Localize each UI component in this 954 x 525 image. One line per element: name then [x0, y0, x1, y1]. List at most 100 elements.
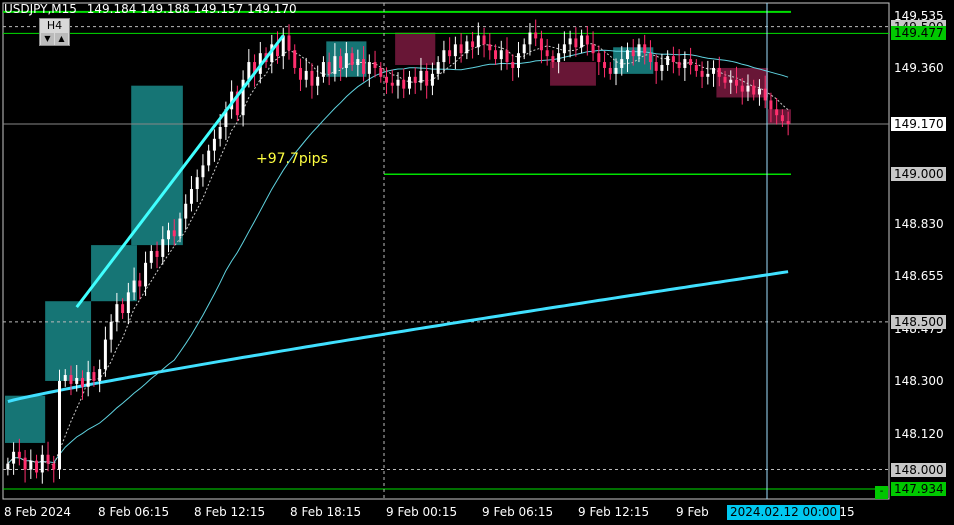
zone-box	[45, 301, 92, 381]
time-axis-label: 8 Feb 06:15	[98, 505, 170, 519]
candle-body	[603, 62, 607, 68]
candle-body	[671, 56, 675, 63]
candle-body	[689, 59, 693, 66]
trend-line[interactable]	[75, 34, 285, 309]
scroll-down-icon[interactable]: ▼	[41, 33, 54, 45]
price-tag: 149.477	[891, 26, 946, 41]
candle-body	[740, 85, 744, 92]
candle-body	[333, 56, 337, 74]
candle-body	[218, 127, 222, 139]
price-axis-label: 148.120	[894, 427, 944, 442]
candle-body	[557, 53, 561, 63]
time-axis-label: 9 Feb 12:15	[578, 505, 650, 519]
candle-body	[46, 454, 50, 464]
candle-body	[121, 304, 125, 314]
ohlc-values: 149.184 149.188 149.157 149.170	[86, 2, 297, 16]
candle-body	[562, 44, 566, 54]
candle-body	[373, 62, 377, 68]
candle-body	[17, 451, 21, 458]
price-axis-label: 149.360	[894, 60, 944, 75]
candle-body	[92, 372, 96, 381]
candle-body	[643, 44, 647, 54]
candle-body	[155, 251, 159, 257]
zone-box	[131, 85, 183, 246]
candle-body	[499, 50, 503, 60]
candle-body	[115, 304, 119, 322]
candle-body	[465, 41, 469, 54]
candle-body	[780, 115, 784, 122]
candle-body	[362, 59, 366, 74]
candle-body	[580, 35, 584, 48]
candle-body	[344, 53, 348, 68]
candle-body	[69, 375, 73, 384]
candle-body	[304, 70, 308, 80]
candle-body	[379, 67, 383, 77]
candle-body	[666, 56, 670, 66]
timeframe-box[interactable]: H4 ▼ ▲	[39, 18, 70, 46]
candle-body	[545, 50, 549, 57]
time-axis-label: 8 Feb 12:15	[194, 505, 266, 519]
candle-body	[201, 165, 205, 178]
scroll-up-icon[interactable]: ▲	[55, 33, 68, 45]
candle-body	[786, 121, 790, 125]
crosshair-time-tag: 2024.02.12 00:00	[727, 505, 841, 520]
candle-body	[132, 280, 136, 293]
price-tag: 148.000	[891, 462, 946, 477]
candle-body	[746, 85, 750, 92]
candle-body	[734, 79, 738, 86]
candle-body	[6, 463, 10, 470]
candle-body	[683, 59, 687, 68]
candle-body	[98, 369, 102, 381]
price-tag: 149.000	[891, 167, 946, 182]
candle-body	[706, 73, 710, 77]
candle-body	[385, 76, 389, 83]
candle-body	[430, 73, 434, 86]
minimize-button[interactable]: -	[875, 486, 888, 499]
candle-body	[167, 230, 171, 240]
candle-body	[574, 38, 578, 48]
zone-box	[550, 62, 596, 86]
candle-body	[775, 109, 779, 116]
candle-body	[327, 62, 331, 74]
candle-body	[339, 56, 343, 68]
candle-body	[648, 53, 652, 63]
candle-body	[144, 262, 148, 287]
candle-body	[86, 372, 90, 387]
candle-body	[516, 53, 520, 68]
candle-body	[161, 239, 165, 257]
zone-box	[395, 32, 436, 66]
timeframe-label: H4	[46, 19, 63, 32]
candle-body	[660, 65, 664, 71]
candle-body	[677, 62, 681, 68]
price-chart[interactable]	[0, 0, 954, 525]
candle-body	[425, 70, 429, 86]
candle-body	[511, 62, 515, 68]
candle-body	[402, 79, 406, 89]
candle-body	[58, 380, 62, 470]
candle-body	[29, 460, 33, 470]
candle-body	[63, 375, 67, 381]
candle-body	[149, 251, 153, 263]
price-tag: 149.170	[891, 117, 946, 132]
pips-annotation: +97.7pips	[256, 151, 328, 167]
candle-body	[723, 76, 727, 83]
zone-box	[91, 245, 137, 302]
candle-body	[763, 88, 767, 101]
chart-header: USDJPY,M15 149.184 149.188 149.157 149.1…	[4, 2, 297, 16]
candle-body	[476, 35, 480, 48]
candle-body	[321, 62, 325, 77]
candle-body	[316, 76, 320, 86]
price-tag: 148.500	[891, 314, 946, 329]
candle-body	[752, 85, 756, 95]
candle-body	[396, 79, 400, 86]
candle-body	[620, 59, 624, 68]
candle-body	[712, 67, 716, 74]
candle-body	[654, 62, 658, 71]
candle-body	[700, 70, 704, 77]
candle-body	[757, 88, 761, 95]
candle-body	[631, 50, 635, 57]
candle-body	[729, 79, 733, 83]
candle-body	[12, 451, 16, 464]
candle-body	[551, 56, 555, 63]
candle-body	[126, 292, 130, 314]
